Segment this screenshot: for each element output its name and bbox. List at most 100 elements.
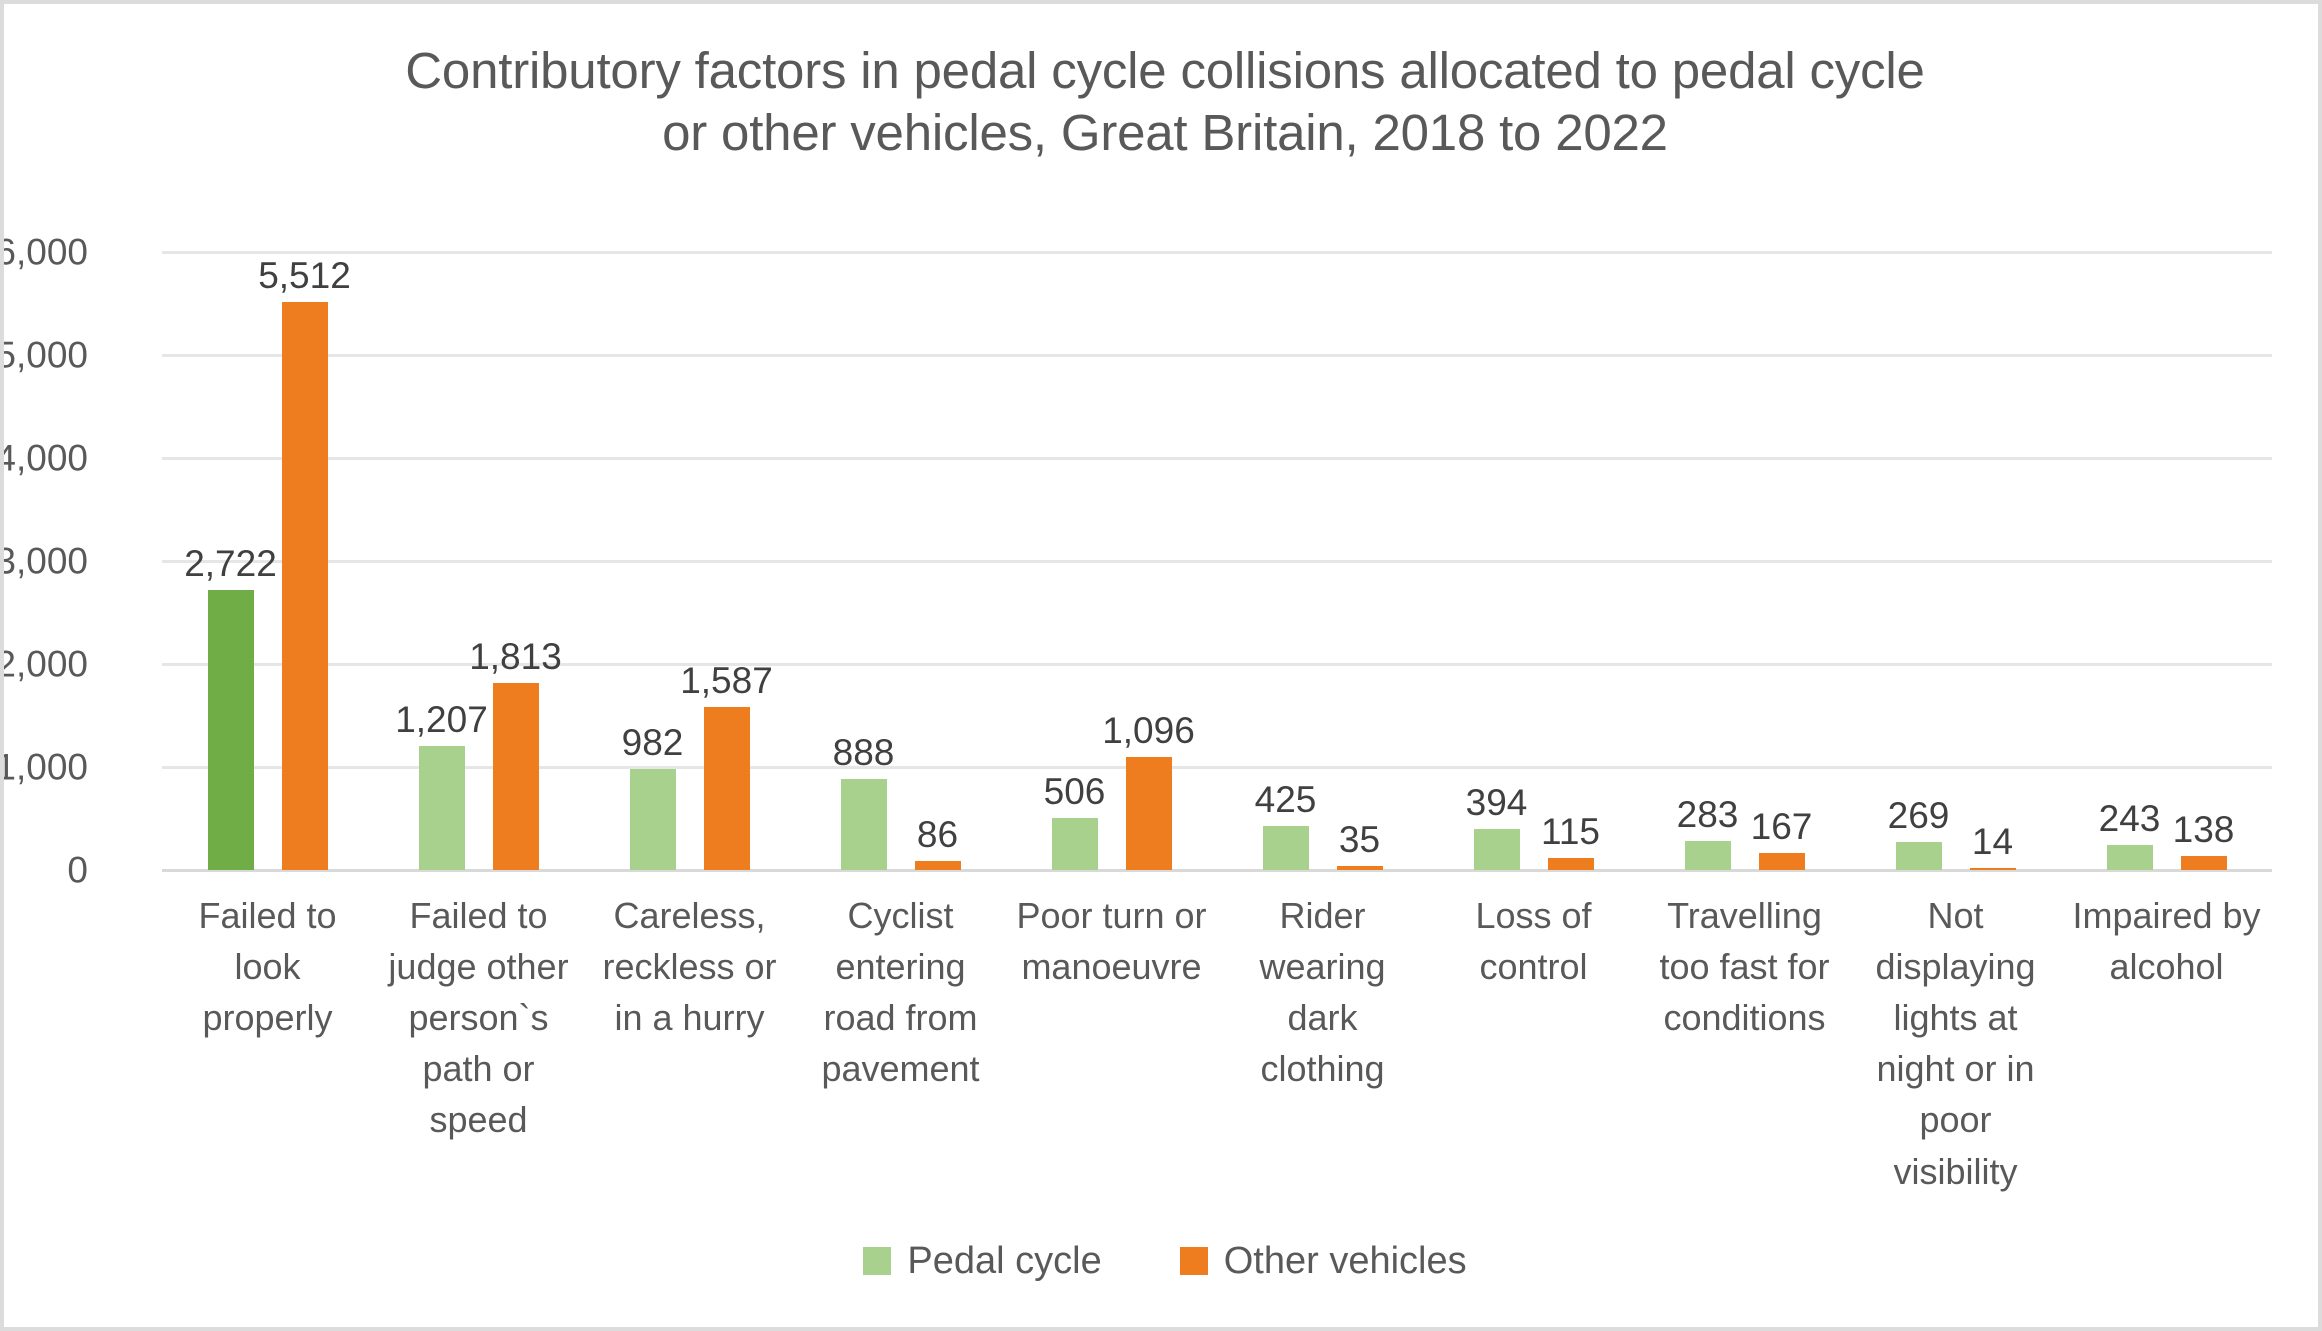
bar-group-bars: 2,722 5,512 (162, 252, 373, 870)
bar-slot: 1,813 (469, 252, 562, 870)
legend-swatch-icon (1179, 1247, 1208, 1275)
bar-slot: 269 (1888, 252, 1949, 870)
bar-group: 1,207 1,813 (373, 252, 584, 870)
bar[interactable] (1473, 829, 1520, 870)
bar-group: 243 138 (2061, 252, 2272, 870)
bar[interactable] (1262, 826, 1309, 870)
bar[interactable] (1336, 866, 1383, 870)
bar-group-bars: 1,207 1,813 (373, 252, 584, 870)
bar-value-label: 283 (1676, 793, 1739, 835)
x-axis-category-label: Impaired by alcohol (2072, 895, 2261, 988)
x-axis-category-label: Failed to judge other person`s path or s… (388, 895, 569, 1141)
legend-item[interactable]: Pedal cycle (863, 1240, 1102, 1282)
bar-slot: 506 (1044, 252, 1105, 870)
legend-swatch-icon (863, 1247, 892, 1275)
y-axis-tick-label: 3,000 (0, 540, 88, 582)
bar-group: 888 86 (795, 252, 1006, 870)
bar[interactable] (840, 778, 887, 870)
bar-value-label: 138 (2172, 808, 2235, 850)
bar-group: 506 1,096 (1006, 252, 1217, 870)
y-axis-tick-label: 2,000 (0, 643, 88, 685)
bar[interactable] (281, 302, 328, 870)
bar-group-bars: 506 1,096 (1006, 252, 1217, 870)
plot-area: 6,000 5,000 4,000 3,000 2,000 1,000 0 2,722 5,5… (4, 234, 2272, 889)
bar-slot: 14 (1969, 252, 2016, 870)
bar-slot: 394 (1466, 252, 1527, 870)
bar[interactable] (1895, 842, 1942, 870)
bar-slot: 1,096 (1102, 252, 1195, 870)
bar[interactable] (629, 768, 676, 870)
bar[interactable] (492, 683, 539, 870)
legend-item[interactable]: Other vehicles (1179, 1240, 1467, 1282)
bar-group-bars: 425 35 (1217, 252, 1428, 870)
chart-legend: Pedal cycle Other vehicles (4, 1240, 2318, 1282)
bar-group: 425 35 (1217, 252, 1428, 870)
bar-value-label: 1,587 (680, 659, 773, 701)
bar[interactable] (418, 745, 465, 870)
bar[interactable] (1758, 852, 1805, 870)
bar[interactable] (1969, 868, 2016, 870)
bar[interactable] (914, 861, 961, 870)
bar-group: 269 14 (1850, 252, 2061, 870)
bar-value-label: 982 (621, 721, 684, 763)
bar[interactable] (1684, 840, 1731, 870)
bar[interactable] (2106, 844, 2153, 870)
bar-value-label: 5,512 (258, 255, 351, 297)
bar-slot: 35 (1336, 252, 1383, 870)
bar-group: 982 1,587 (584, 252, 795, 870)
bar-group-bars: 888 86 (795, 252, 1006, 870)
x-axis-category-labels: Failed to look properly Failed to judge o… (162, 890, 2272, 1197)
bar-value-label: 86 (916, 814, 959, 856)
bar-slot: 888 (833, 252, 894, 870)
chart-page: Contributory factors in pedal cycle coll… (0, 0, 2322, 1331)
x-axis-category-label: Cyclist entering road from pavement (821, 895, 980, 1090)
y-axis-tick-label: 5,000 (0, 334, 88, 376)
bar-value-label: 888 (832, 731, 895, 773)
legend-label: Other vehicles (1223, 1240, 1467, 1282)
bar-slot: 243 (2099, 252, 2160, 870)
bar-value-label: 243 (2098, 797, 2161, 839)
x-axis-category-label: Loss of control (1475, 895, 1592, 988)
bar-slot: 1,587 (680, 252, 773, 870)
bar-slot: 982 (622, 252, 683, 870)
bar[interactable] (2180, 855, 2227, 870)
bar[interactable] (1051, 817, 1098, 870)
x-axis-category-label: Poor turn or manoeuvre (1016, 895, 1207, 988)
x-axis-category-label: Travelling too fast for conditions (1659, 895, 1830, 1039)
bar-slot: 425 (1255, 252, 1316, 870)
bar-value-label: 1,096 (1102, 710, 1195, 752)
bar-value-label: 115 (1541, 811, 1600, 853)
bar-group: 394 115 (1428, 252, 1639, 870)
bar-slot: 138 (2173, 252, 2234, 870)
bar-group-bars: 982 1,587 (584, 252, 795, 870)
y-axis-tick-label: 6,000 (0, 231, 88, 273)
bar[interactable] (207, 589, 254, 870)
bar-slot: 5,512 (258, 252, 351, 870)
x-axis-category-label: Not displaying lights at night or in poo… (1875, 895, 2036, 1192)
bar-group: 2,722 5,512 (162, 252, 373, 870)
bar[interactable] (1547, 858, 1594, 870)
bar-slot: 86 (914, 252, 961, 870)
x-axis-category-label: Failed to look properly (198, 895, 337, 1039)
bar-group-bars: 269 14 (1850, 252, 2061, 870)
bar-value-label: 1,207 (395, 698, 488, 740)
bar-group-bars: 394 115 (1428, 252, 1639, 870)
y-axis-tick-label: 0 (67, 849, 88, 891)
x-axis-category-label: Rider wearing dark clothing (1259, 895, 1386, 1090)
bar[interactable] (1125, 757, 1172, 870)
bar-slot: 1,207 (395, 252, 488, 870)
legend-label: Pedal cycle (907, 1240, 1102, 1282)
x-axis-category-label: Careless, reckless or in a hurry (602, 895, 777, 1039)
bar-slot: 167 (1751, 252, 1812, 870)
bar[interactable] (703, 706, 750, 870)
bar-value-label: 1,813 (469, 636, 562, 678)
bar-value-label: 167 (1750, 805, 1813, 847)
bar-slot: 115 (1541, 252, 1600, 870)
bar-groups: 2,722 5,512 1,207 1,813 982 1,587 888 86 506 1,09… (162, 252, 2272, 870)
bar-group-bars: 243 138 (2061, 252, 2272, 870)
bar-group: 283 167 (1639, 252, 1850, 870)
bar-value-label: 14 (1971, 821, 2014, 862)
bar-group-bars: 283 167 (1639, 252, 1850, 870)
bar-value-label: 269 (1887, 795, 1950, 837)
bar-value-label: 394 (1465, 782, 1528, 824)
